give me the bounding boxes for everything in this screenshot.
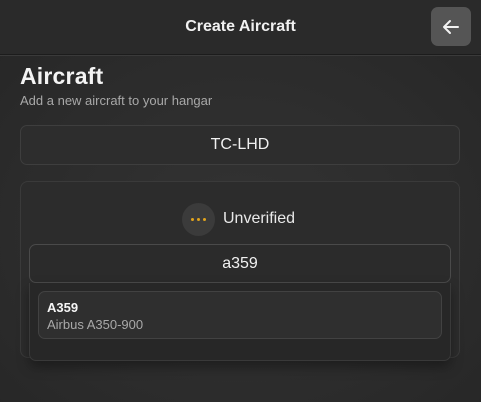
back-button[interactable] bbox=[431, 7, 471, 46]
option-name: Airbus A350-900 bbox=[47, 317, 144, 332]
aircraft-type-input[interactable] bbox=[29, 244, 451, 283]
aircraft-type-option[interactable]: A359 Airbus A350-900 bbox=[38, 291, 442, 339]
registration-input[interactable] bbox=[20, 125, 460, 165]
page-title: Aircraft bbox=[20, 63, 104, 89]
header-title: Create Aircraft bbox=[185, 18, 296, 35]
option-code: A359 bbox=[47, 300, 79, 315]
arrow-left-icon bbox=[443, 19, 459, 34]
status-label: Unverified bbox=[223, 210, 296, 227]
ellipsis-icon bbox=[182, 202, 215, 236]
app-header: Create Aircraft bbox=[0, 0, 481, 55]
verification-status: Unverified bbox=[182, 202, 295, 236]
page-subtitle: Add a new aircraft to your hangar bbox=[20, 93, 213, 108]
